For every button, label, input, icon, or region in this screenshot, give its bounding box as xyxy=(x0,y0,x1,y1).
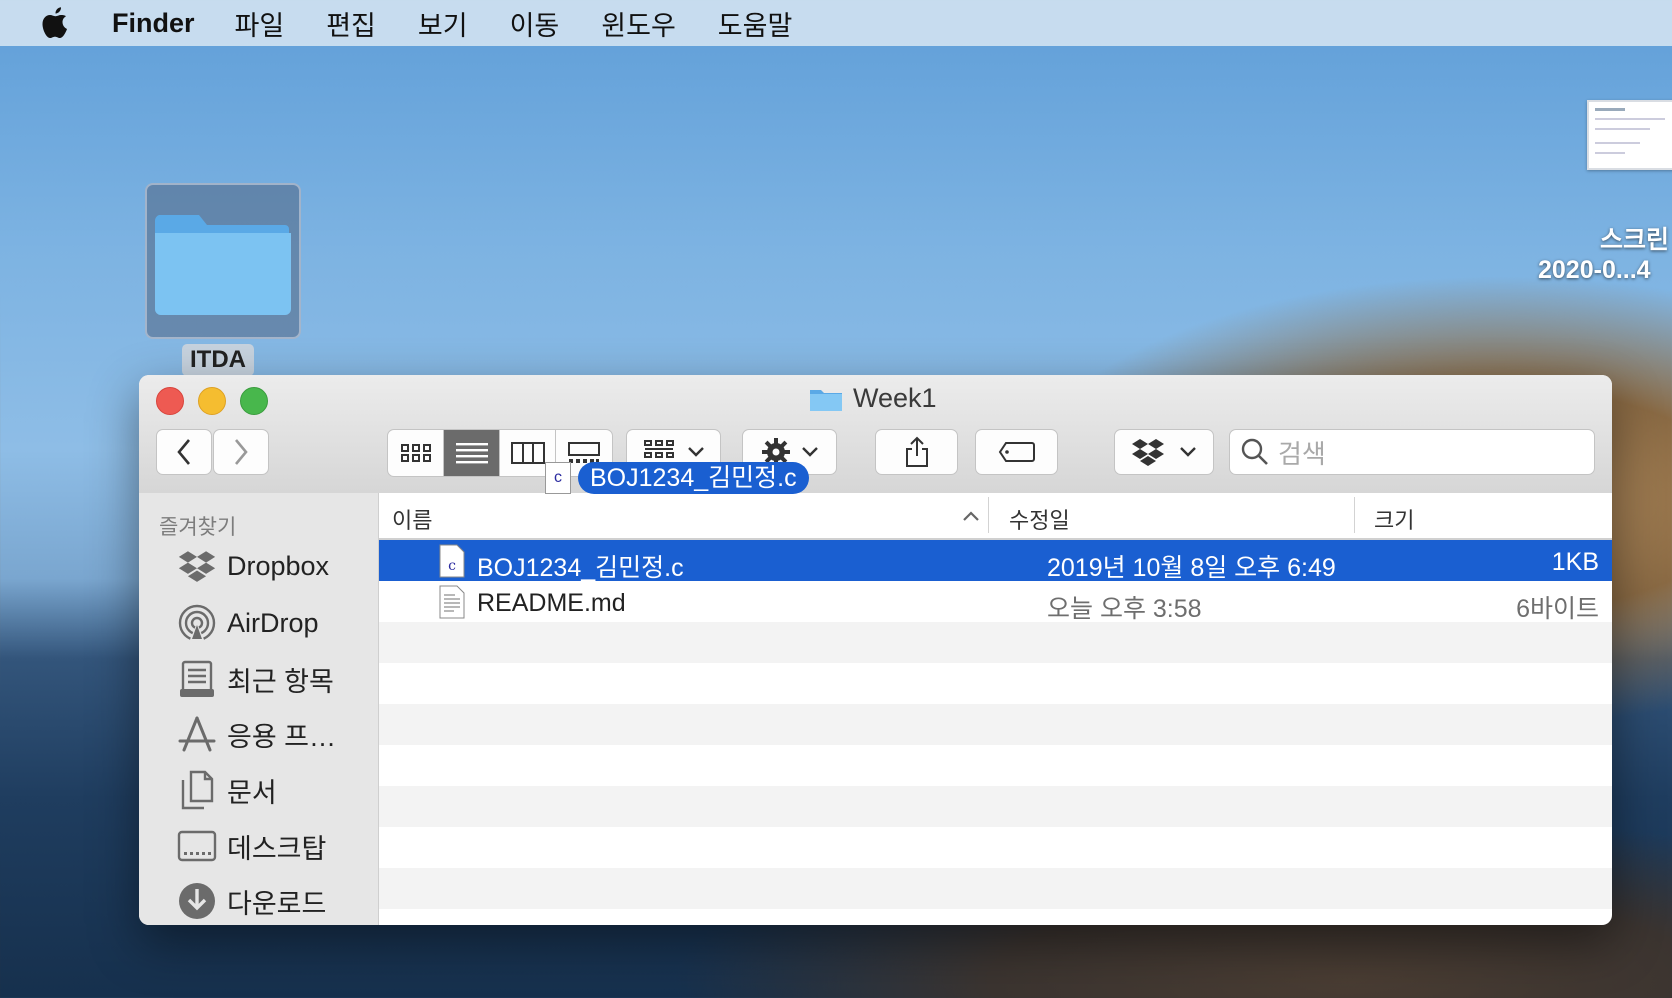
sidebar-item-desktop[interactable]: 데스크탑 xyxy=(177,826,326,866)
sidebar-heading-favorites: 즐겨찾기 xyxy=(159,516,237,539)
list-view-button[interactable] xyxy=(444,430,500,476)
desktop-screenshot-thumbnail[interactable] xyxy=(1587,100,1672,170)
menu-view[interactable]: 보기 xyxy=(418,4,468,43)
window-title-text: Week1 xyxy=(853,383,937,413)
menu-help[interactable]: 도움말 xyxy=(718,4,793,43)
column-header-name[interactable]: 이름 xyxy=(392,503,432,535)
sidebar-item-label: Dropbox xyxy=(227,550,330,581)
file-list: 이름 수정일 크기 c BOJ1234_김민정.c 2019년 10월 8일 오… xyxy=(379,493,1612,925)
column-divider[interactable] xyxy=(1354,497,1355,533)
gallery-icon xyxy=(568,442,600,463)
menu-file[interactable]: 파일 xyxy=(235,4,285,43)
desktop-folder-itda[interactable] xyxy=(145,183,301,339)
airdrop-icon xyxy=(178,604,216,642)
drag-file-label: BOJ1234_김민정.c xyxy=(578,462,809,494)
sidebar-item-label: 데스크탑 xyxy=(227,833,327,864)
sidebar-item-label: 다운로드 xyxy=(227,888,327,919)
table-row[interactable]: README.md 오늘 오후 3:58 6바이트 xyxy=(379,581,1612,623)
empty-row-stripe xyxy=(379,786,1612,827)
close-button[interactable] xyxy=(156,387,184,415)
list-icon xyxy=(455,443,488,464)
dropbox-toolbar-button[interactable] xyxy=(1114,429,1214,475)
zoom-button[interactable] xyxy=(240,387,268,415)
menu-window[interactable]: 윈도우 xyxy=(601,4,676,43)
folder-icon xyxy=(154,215,291,315)
table-row[interactable]: c BOJ1234_김민정.c 2019년 10월 8일 오후 6:49 1KB xyxy=(379,540,1612,582)
column-header-size[interactable]: 크기 xyxy=(1374,503,1414,535)
file-modified: 2019년 10월 8일 오후 6:49 xyxy=(1047,554,1336,582)
sidebar-item-downloads[interactable]: 다운로드 xyxy=(177,881,326,921)
chevron-down-icon xyxy=(1180,447,1196,457)
markdown-file-icon xyxy=(439,585,465,619)
chevron-left-icon xyxy=(177,439,190,465)
sort-ascending-icon[interactable] xyxy=(962,510,980,522)
sidebar-item-recents[interactable]: 최근 항목 xyxy=(177,659,334,699)
share-button[interactable] xyxy=(875,429,958,475)
svg-text:c: c xyxy=(448,558,456,574)
sidebar-item-label: 응용 프… xyxy=(227,721,337,752)
grid-icon xyxy=(400,444,431,462)
empty-row-stripe xyxy=(379,622,1612,663)
tag-icon xyxy=(998,442,1035,462)
search-placeholder: 검색 xyxy=(1278,438,1326,469)
chevron-right-icon xyxy=(235,439,248,465)
window-title: Week1 xyxy=(809,383,937,414)
window-toolbar: Week1 검색 xyxy=(139,375,1612,494)
apple-menu-icon[interactable] xyxy=(40,6,74,40)
sidebar-item-label: AirDrop xyxy=(227,607,319,638)
sidebar-item-applications[interactable]: 응용 프… xyxy=(177,714,336,754)
sidebar-item-documents[interactable]: 문서 xyxy=(177,770,277,810)
search-field[interactable]: 검색 xyxy=(1229,429,1595,475)
c-file-icon: c xyxy=(439,544,465,578)
downloads-icon xyxy=(179,883,215,919)
menu-edit[interactable]: 편집 xyxy=(326,4,376,43)
chevron-down-icon xyxy=(801,447,818,457)
recents-icon xyxy=(180,660,214,697)
desktop-screenshot-date-label: 2020-0...4 xyxy=(1538,256,1651,284)
empty-row-stripe xyxy=(379,868,1612,909)
desktop-screenshot-label: 스크린 xyxy=(1600,226,1670,254)
sidebar-item-label: 문서 xyxy=(227,777,277,808)
desktop-folder-label: ITDA xyxy=(182,344,254,376)
search-icon xyxy=(1241,438,1268,465)
column-header-modified[interactable]: 수정일 xyxy=(1009,503,1070,535)
forward-button[interactable] xyxy=(213,429,269,475)
dropbox-icon xyxy=(1132,439,1164,466)
sidebar-item-dropbox[interactable]: Dropbox xyxy=(177,549,329,583)
finder-window: Week1 검색 즐겨찾기 Dropbox AirDrop 최근 항목 응용 프… xyxy=(139,375,1612,925)
drag-file-icon: c xyxy=(545,462,571,494)
file-modified: 오늘 오후 3:58 xyxy=(1047,595,1202,623)
empty-row-stripe xyxy=(379,704,1612,745)
sidebar-item-airdrop[interactable]: AirDrop xyxy=(177,603,319,643)
folder-icon xyxy=(810,389,842,411)
menu-go[interactable]: 이동 xyxy=(510,4,560,43)
documents-icon xyxy=(181,770,214,810)
file-size: 1KB xyxy=(1551,548,1599,576)
dropbox-icon xyxy=(178,551,216,582)
sidebar-item-label: 최근 항목 xyxy=(227,666,334,697)
menu-app-finder[interactable]: Finder xyxy=(112,8,195,39)
tags-button[interactable] xyxy=(975,429,1058,475)
minimize-button[interactable] xyxy=(198,387,226,415)
back-button[interactable] xyxy=(156,429,212,475)
columns-icon xyxy=(510,442,545,464)
desktop-icon xyxy=(177,830,217,862)
share-icon xyxy=(905,436,928,467)
file-name: README.md xyxy=(477,589,626,617)
column-divider[interactable] xyxy=(988,497,989,533)
file-name: BOJ1234_김민정.c xyxy=(477,554,684,582)
applications-icon xyxy=(178,716,216,752)
menu-bar: Finder 파일 편집 보기 이동 윈도우 도움말 xyxy=(0,0,1672,46)
file-size: 6바이트 xyxy=(1516,595,1599,623)
chevron-down-icon xyxy=(687,447,704,457)
icon-view-button[interactable] xyxy=(388,430,444,476)
sidebar: 즐겨찾기 Dropbox AirDrop 최근 항목 응용 프… 문서 데스크탑… xyxy=(139,493,379,925)
list-header: 이름 수정일 크기 xyxy=(379,493,1612,540)
